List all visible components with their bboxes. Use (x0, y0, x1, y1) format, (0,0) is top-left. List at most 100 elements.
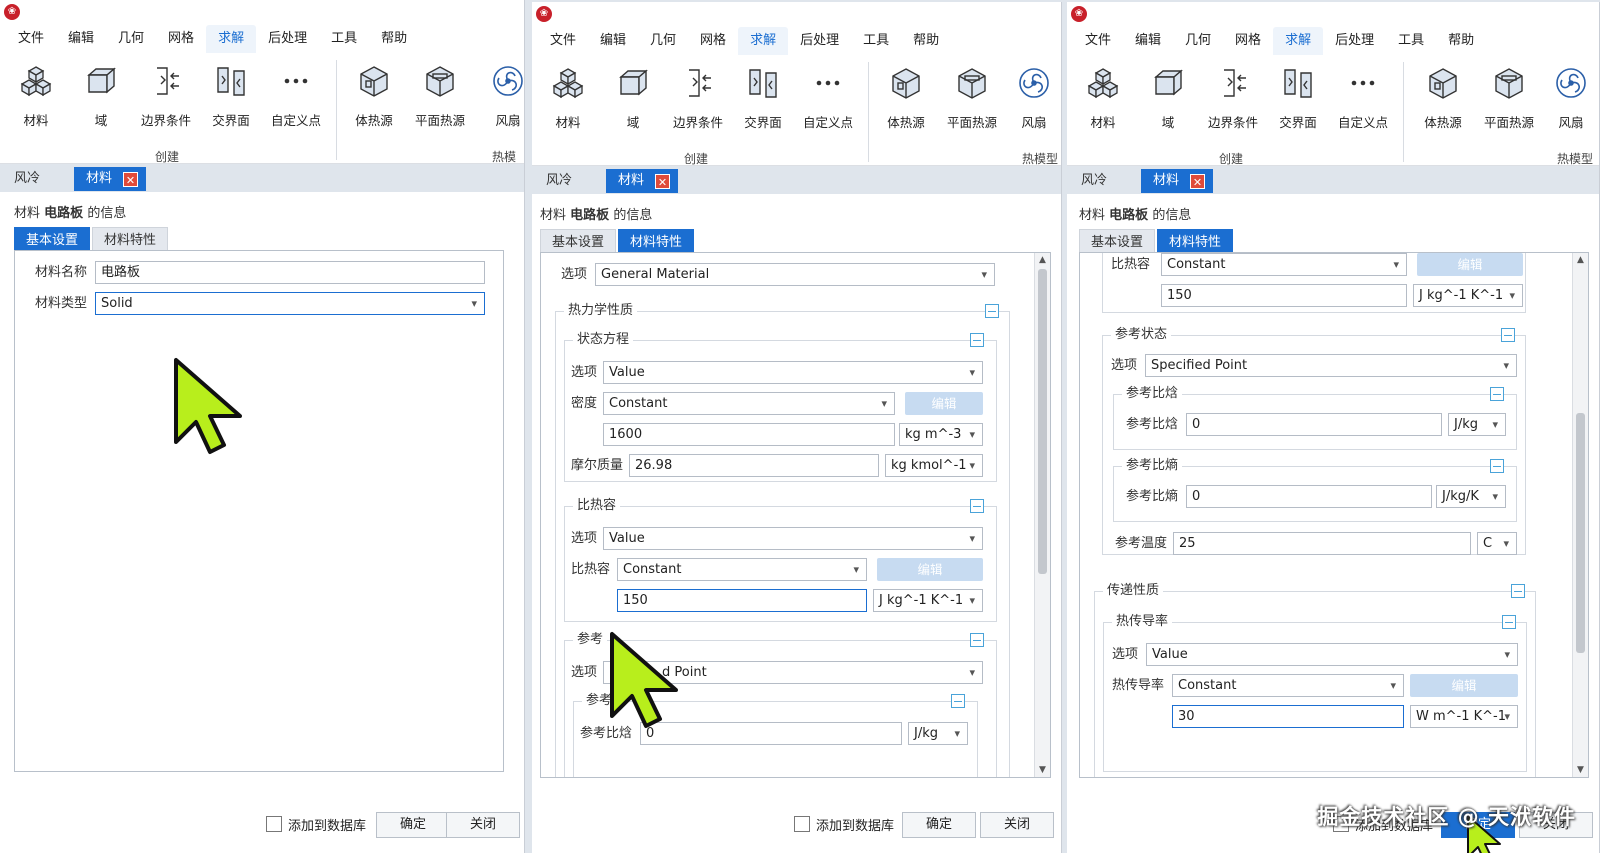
add-to-database-checkbox[interactable] (266, 816, 282, 832)
collapse-ref-enthalpy-icon[interactable] (1490, 387, 1504, 401)
tab-material[interactable]: 材料 ✕ (74, 167, 147, 191)
properties-scrollbar[interactable]: ▲ ▼ (1572, 253, 1588, 777)
domain-button[interactable]: 域 (1136, 66, 1200, 131)
menu-solve[interactable]: 求解 (1273, 27, 1324, 55)
add-to-database-checkbox[interactable] (794, 816, 810, 832)
collapse-conductivity-icon[interactable] (1502, 615, 1516, 629)
menu-mesh[interactable]: 网格 (156, 25, 206, 53)
interface-button[interactable]: 交界面 (1266, 66, 1330, 131)
menu-postprocess[interactable]: 后处理 (788, 27, 851, 55)
ref-temperature-unit-select[interactable]: C (1477, 532, 1517, 555)
menu-solve[interactable]: 求解 (206, 25, 257, 53)
collapse-eos-icon[interactable] (970, 333, 984, 347)
scroll-thumb[interactable] (1038, 269, 1047, 574)
material-button[interactable]: 材料 (1071, 66, 1135, 131)
k-value-input[interactable]: 30 (1172, 705, 1404, 728)
domain-button[interactable]: 域 (69, 64, 133, 129)
menu-file[interactable]: 文件 (1073, 27, 1123, 55)
scroll-up-icon[interactable]: ▲ (1035, 253, 1050, 267)
cp-mode-select[interactable]: Constant (1161, 253, 1407, 276)
cp-unit-select[interactable]: J kg^-1 K^-1 (1413, 284, 1523, 307)
material-type-select[interactable]: Solid (95, 292, 485, 315)
collapse-thermo-icon[interactable] (985, 304, 999, 318)
menu-help[interactable]: 帮助 (901, 27, 951, 55)
density-value-input[interactable]: 1600 (603, 423, 895, 446)
menu-help[interactable]: 帮助 (1436, 27, 1486, 55)
collapse-reference-icon[interactable] (1501, 328, 1515, 342)
menu-tools[interactable]: 工具 (319, 25, 369, 53)
menu-geometry[interactable]: 几何 (1173, 27, 1223, 55)
density-unit-select[interactable]: kg m^-3 (899, 423, 983, 446)
cp-edit-button[interactable]: 编辑 (1417, 253, 1523, 276)
material-name-input[interactable]: 电路板 (95, 261, 485, 284)
boundary-button[interactable]: 边界条件 (1201, 66, 1265, 131)
plane-heat-source-button[interactable]: 平面热源 (1477, 66, 1541, 131)
scroll-thumb[interactable] (1576, 413, 1585, 653)
collapse-specific-heat-icon[interactable] (970, 499, 984, 513)
k-mode-select[interactable]: Constant (1172, 674, 1404, 697)
domain-button[interactable]: 域 (601, 66, 665, 131)
tab-air-cooling[interactable]: 风冷 (1069, 169, 1119, 193)
material-button[interactable]: 材料 (536, 66, 600, 131)
cp-unit-select[interactable]: J kg^-1 K^-1 (873, 589, 983, 612)
eos-option-select[interactable]: Value (603, 361, 983, 384)
tab-air-cooling[interactable]: 风冷 (534, 169, 584, 193)
density-mode-select[interactable]: Constant (603, 392, 895, 415)
menu-postprocess[interactable]: 后处理 (256, 25, 319, 53)
material-option-select[interactable]: General Material (595, 263, 995, 286)
menu-edit[interactable]: 编辑 (56, 25, 106, 53)
ref-entropy-input[interactable]: 0 (1186, 485, 1432, 508)
cp-option-select[interactable]: Value (603, 527, 983, 550)
custom-point-button[interactable]: 自定义点 (796, 66, 860, 131)
menu-edit[interactable]: 编辑 (588, 27, 638, 55)
menu-solve[interactable]: 求解 (738, 27, 789, 55)
tab-material[interactable]: 材料 ✕ (606, 169, 679, 193)
volume-heat-source-button[interactable]: 体热源 (874, 66, 938, 131)
collapse-ref-entropy-icon[interactable] (1490, 459, 1504, 473)
menu-geometry[interactable]: 几何 (106, 25, 156, 53)
custom-point-button[interactable]: 自定义点 (264, 64, 328, 129)
interface-button[interactable]: 交界面 (199, 64, 263, 129)
menu-tools[interactable]: 工具 (851, 27, 901, 55)
close-button[interactable]: 关闭 (446, 812, 520, 838)
scroll-down-icon[interactable]: ▼ (1035, 763, 1050, 777)
menu-mesh[interactable]: 网格 (1223, 27, 1273, 55)
menu-tools[interactable]: 工具 (1386, 27, 1436, 55)
tab-air-cooling[interactable]: 风冷 (2, 167, 52, 191)
collapse-ref-enthalpy-icon[interactable] (951, 694, 965, 708)
scroll-up-icon[interactable]: ▲ (1573, 253, 1588, 267)
close-button[interactable]: 关闭 (980, 812, 1054, 838)
close-tab-icon[interactable]: ✕ (123, 172, 139, 187)
custom-point-button[interactable]: 自定义点 (1331, 66, 1395, 131)
collapse-transport-icon[interactable] (1511, 584, 1525, 598)
molar-mass-input[interactable]: 26.98 (629, 454, 879, 477)
molar-mass-unit-select[interactable]: kg kmol^-1 (885, 454, 983, 477)
plane-heat-source-button[interactable]: 平面热源 (940, 66, 1004, 131)
close-tab-icon[interactable]: ✕ (1190, 174, 1206, 189)
ref-option-select[interactable]: Specified Point (1145, 354, 1517, 377)
menu-postprocess[interactable]: 后处理 (1323, 27, 1386, 55)
close-tab-icon[interactable]: ✕ (655, 174, 671, 189)
material-button[interactable]: 材料 (4, 64, 68, 129)
cp-mode-select[interactable]: Constant (617, 558, 867, 581)
properties-scrollbar[interactable]: ▲ ▼ (1034, 253, 1050, 777)
ok-button[interactable]: 确定 (376, 812, 450, 838)
menu-mesh[interactable]: 网格 (688, 27, 738, 55)
volume-heat-source-button[interactable]: 体热源 (342, 64, 406, 129)
interface-button[interactable]: 交界面 (731, 66, 795, 131)
cp-value-input[interactable]: 150 (617, 589, 867, 612)
menu-geometry[interactable]: 几何 (638, 27, 688, 55)
k-unit-select[interactable]: W m^-1 K^-1 (1410, 705, 1518, 728)
menu-file[interactable]: 文件 (6, 25, 56, 53)
tab-material[interactable]: 材料 ✕ (1141, 169, 1214, 193)
cp-value-input[interactable]: 150 (1161, 284, 1407, 307)
ref-enthalpy-input[interactable]: 0 (1186, 413, 1442, 436)
fan-button[interactable]: 风扇 (476, 64, 524, 129)
ref-enthalpy-unit-select[interactable]: J/kg (908, 722, 968, 745)
k-option-select[interactable]: Value (1146, 643, 1518, 666)
boundary-button[interactable]: 边界条件 (666, 66, 730, 131)
menu-help[interactable]: 帮助 (369, 25, 419, 53)
menu-edit[interactable]: 编辑 (1123, 27, 1173, 55)
menu-file[interactable]: 文件 (538, 27, 588, 55)
ok-button[interactable]: 确定 (902, 812, 976, 838)
